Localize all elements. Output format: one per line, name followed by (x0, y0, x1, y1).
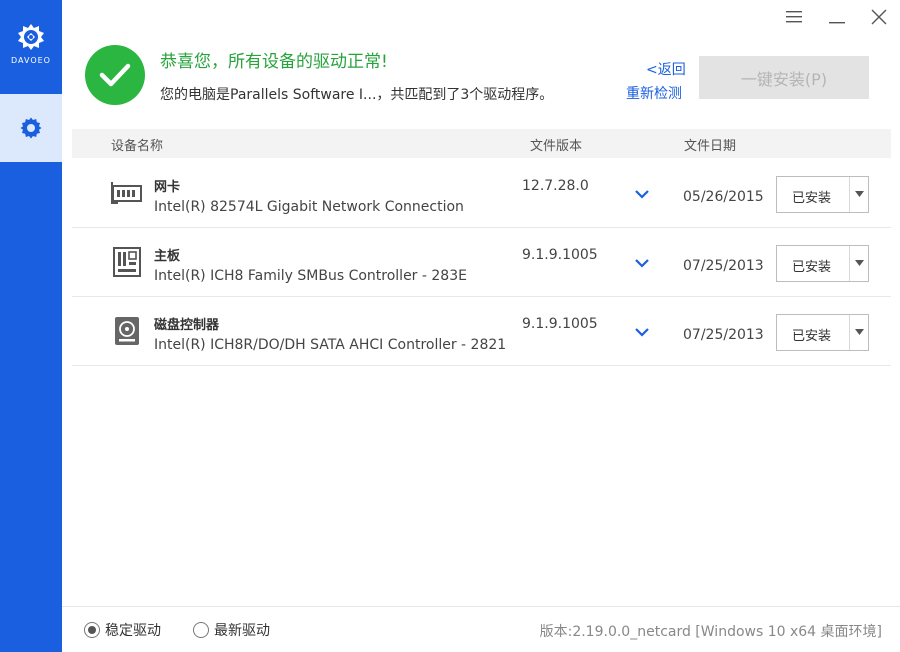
network-card-icon (110, 176, 144, 210)
caret-down-icon (855, 191, 864, 197)
rescan-link[interactable]: 重新检测 (626, 83, 682, 103)
minimize-icon (829, 22, 845, 24)
radio-label-stable: 稳定驱动 (105, 623, 161, 639)
close-icon (871, 9, 887, 25)
device-category: 主板 (154, 249, 181, 264)
device-name: Intel(R) ICH8R/DO/DH SATA AHCI Controlle… (154, 337, 507, 353)
device-category: 磁盘控制器 (154, 318, 220, 333)
dropdown-divider (849, 315, 850, 350)
install-status-dropdown[interactable]: 已安装 (776, 245, 869, 282)
logo-text: DAVOEO (11, 56, 51, 65)
logo-gear-icon (18, 24, 44, 50)
install-status-label: 已安装 (792, 329, 832, 344)
dropdown-divider (849, 177, 850, 212)
success-check-icon (85, 45, 145, 105)
back-link[interactable]: <返回 (646, 59, 686, 79)
install-status-label: 已安装 (792, 191, 832, 206)
close-button[interactable] (866, 6, 892, 28)
app-logo: DAVOEO (0, 22, 62, 72)
table-header: 设备名称 文件版本 文件日期 (72, 129, 891, 158)
sidebar: DAVOEO (0, 0, 62, 652)
radio-label-latest: 最新驱动 (214, 623, 270, 639)
motherboard-icon (110, 245, 144, 279)
install-status-label: 已安装 (792, 260, 832, 275)
footer: 稳定驱动 最新驱动 版本:2.19.0.0_netcard [Windows 1… (62, 606, 900, 652)
status-subtitle: 您的电脑是Parallels Software I...，共匹配到了3个驱动程序… (160, 87, 554, 103)
version-info: 版本:2.19.0.0_netcard [Windows 10 x64 桌面环境… (539, 624, 882, 640)
dropdown-divider (849, 246, 850, 281)
hamburger-icon (786, 11, 802, 23)
install-status-dropdown[interactable]: 已安装 (776, 176, 869, 213)
file-date: 07/25/2013 (683, 327, 764, 343)
expand-chevron-icon[interactable] (633, 254, 651, 272)
column-header-name: 设备名称 (111, 139, 164, 154)
device-name: Intel(R) 82574L Gigabit Network Connecti… (154, 199, 464, 215)
radio-stable-driver[interactable]: 稳定驱动 (84, 620, 161, 640)
status-title: 恭喜您，所有设备的驱动正常! (160, 52, 388, 72)
radio-latest-driver[interactable]: 最新驱动 (193, 620, 270, 640)
device-category: 网卡 (154, 180, 181, 195)
file-date: 05/26/2015 (683, 189, 764, 205)
file-version: 12.7.28.0 (522, 178, 589, 194)
table-row: 磁盘控制器 Intel(R) ICH8R/DO/DH SATA AHCI Con… (72, 297, 891, 366)
menu-button[interactable] (782, 6, 808, 28)
file-version: 9.1.9.1005 (522, 247, 598, 263)
expand-chevron-icon[interactable] (633, 323, 651, 341)
install-status-dropdown[interactable]: 已安装 (776, 314, 869, 351)
minimize-button[interactable] (824, 6, 850, 28)
column-header-date: 文件日期 (684, 139, 737, 154)
table-row: 主板 Intel(R) ICH8 Family SMBus Controller… (72, 228, 891, 297)
file-date: 07/25/2013 (683, 258, 764, 274)
sidebar-item-settings[interactable] (0, 94, 62, 162)
install-all-button[interactable]: 一键安装(P) (699, 56, 869, 99)
table-row: 网卡 Intel(R) 82574L Gigabit Network Conne… (72, 159, 891, 228)
file-version: 9.1.9.1005 (522, 316, 598, 332)
radio-button-unselected[interactable] (193, 622, 209, 638)
caret-down-icon (855, 329, 864, 335)
expand-chevron-icon[interactable] (633, 185, 651, 203)
caret-down-icon (855, 260, 864, 266)
column-header-version: 文件版本 (530, 139, 583, 154)
device-name: Intel(R) ICH8 Family SMBus Controller - … (154, 268, 467, 284)
radio-button-selected[interactable] (84, 622, 100, 638)
gear-icon (20, 117, 42, 139)
disk-controller-icon (110, 314, 144, 348)
